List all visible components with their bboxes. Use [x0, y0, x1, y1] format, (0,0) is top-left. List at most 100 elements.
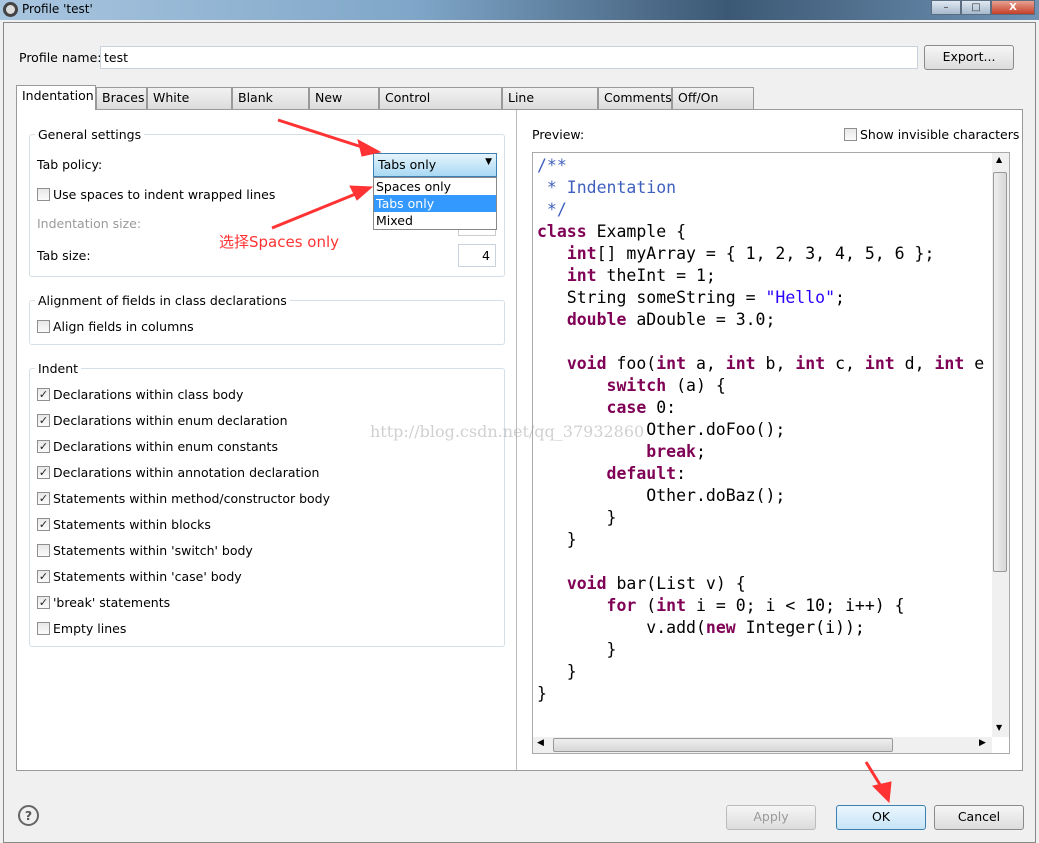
code-text: d, [894, 354, 935, 373]
profile-name-label: Profile name: [19, 50, 102, 65]
tab-policy-select[interactable]: Tabs only ▼ [373, 153, 497, 177]
close-button[interactable]: X [991, 0, 1035, 15]
code-keyword: for [606, 596, 637, 615]
option-spaces-only[interactable]: Spaces only [374, 178, 496, 195]
code-text: } [537, 684, 547, 703]
help-icon[interactable]: ? [18, 805, 39, 826]
code-text: b, [755, 354, 796, 373]
indent-checkbox[interactable]: ✓ [37, 492, 50, 505]
vertical-scrollbar[interactable]: ▲ ▼ [992, 153, 1009, 737]
scroll-right-icon[interactable]: ▶ [979, 738, 986, 748]
indent-checkbox[interactable]: ✓ [37, 466, 50, 479]
code-line: default: [537, 463, 993, 485]
code-line: String someString = "Hello"; [537, 287, 993, 309]
code-text: aDouble = 3.0; [626, 310, 776, 329]
watermark: http://blog.csdn.net/qq_37932860 [370, 422, 645, 441]
code-keyword: void [566, 574, 607, 593]
code-line: } [537, 683, 993, 705]
profile-name-input[interactable]: test [100, 46, 918, 69]
indent-checkbox[interactable]: ✓ [37, 440, 50, 453]
tab-white-space[interactable]: White Space [147, 87, 232, 125]
chevron-down-icon: ▼ [485, 157, 492, 167]
apply-button[interactable]: Apply [726, 805, 816, 830]
code-keyword: class [537, 222, 587, 241]
indent-checkbox[interactable]: ✓ [37, 596, 50, 609]
align-fields-label: Align fields in columns [53, 319, 194, 334]
code-keyword: new [705, 618, 736, 637]
tab-blank-lines[interactable]: Blank Lines [232, 87, 309, 125]
indent-checkbox-label: Declarations within class body [53, 387, 244, 402]
code-comment: */ [537, 200, 567, 219]
scroll-up-icon[interactable]: ▲ [996, 155, 1002, 164]
code-text: } [537, 508, 617, 527]
code-keyword: case [606, 398, 647, 417]
code-comment: /** [537, 156, 567, 175]
tab-control-statements[interactable]: Control Statements [379, 87, 502, 125]
indent-checkbox[interactable] [37, 622, 50, 635]
tab-line-wrapping[interactable]: Line Wrapping [502, 87, 598, 125]
code-keyword: int [566, 244, 597, 263]
code-line: class Example { [537, 221, 993, 243]
code-line: v.add(new Integer(i)); [537, 617, 993, 639]
annotation-instruction: 选择Spaces only [219, 233, 340, 251]
code-text: Example { [586, 222, 687, 241]
vertical-scroll-thumb[interactable] [993, 172, 1007, 572]
scroll-down-icon[interactable]: ▼ [996, 723, 1002, 732]
code-text: Integer(i)); [735, 618, 865, 637]
use-spaces-checkbox[interactable] [37, 188, 50, 201]
horizontal-scroll-thumb[interactable] [553, 738, 893, 752]
code-line: case 0: [537, 397, 993, 419]
indent-checkbox[interactable]: ✓ [37, 518, 50, 531]
tab-braces[interactable]: Braces [96, 87, 147, 109]
indent-checkbox-label: Empty lines [53, 621, 127, 636]
code-text: } [537, 530, 577, 549]
alignment-title: Alignment of fields in class declaration… [35, 293, 290, 308]
indent-checkbox[interactable]: ✓ [37, 414, 50, 427]
tab-indentation[interactable]: Indentation [16, 85, 96, 110]
code-line: for (int i = 0; i < 10; i++) { [537, 595, 993, 617]
horizontal-scrollbar[interactable]: ◀ ▶ [533, 737, 992, 753]
align-fields-checkbox[interactable] [37, 320, 50, 333]
code-line: } [537, 661, 993, 683]
indent-checkbox[interactable] [37, 544, 50, 557]
scroll-left-icon[interactable]: ◀ [537, 738, 544, 748]
code-keyword: int [725, 354, 756, 373]
code-text: Other.doBaz(); [537, 486, 786, 505]
option-tabs-only[interactable]: Tabs only [374, 195, 496, 212]
code-keyword: int [795, 354, 826, 373]
code-line: int theInt = 1; [537, 265, 993, 287]
indent-checkbox[interactable]: ✓ [37, 388, 50, 401]
minimize-button[interactable]: – [931, 0, 961, 15]
tab-new-lines[interactable]: New Lines [309, 87, 379, 125]
code-line: } [537, 507, 993, 529]
code-text: e [964, 354, 985, 373]
ok-button[interactable]: OK [836, 805, 926, 830]
code-text: ; [835, 288, 845, 307]
code-text: } [537, 640, 617, 659]
code-line: switch (a) { [537, 375, 993, 397]
title-bar [0, 0, 1039, 20]
code-keyword: void [566, 354, 607, 373]
code-keyword: int [656, 596, 687, 615]
export-button[interactable]: Export... [924, 45, 1014, 70]
show-invisible-checkbox[interactable] [844, 128, 857, 141]
indent-checkbox[interactable]: ✓ [37, 570, 50, 583]
cancel-button[interactable]: Cancel [934, 805, 1024, 830]
indent-checkbox-label: Declarations within enum declaration [53, 413, 288, 428]
tab-off-on-tags[interactable]: Off/On Tags [672, 87, 754, 125]
indent-checkbox-label: Statements within method/constructor bod… [53, 491, 331, 506]
maximize-button[interactable]: □ [961, 0, 991, 15]
show-invisible-label: Show invisible characters [860, 127, 1020, 142]
code-text: c, [825, 354, 865, 373]
option-mixed[interactable]: Mixed [374, 212, 496, 229]
tab-size-input[interactable]: 4 [458, 244, 496, 267]
tab-comments[interactable]: Comments [598, 87, 672, 109]
code-keyword: int [566, 266, 597, 285]
